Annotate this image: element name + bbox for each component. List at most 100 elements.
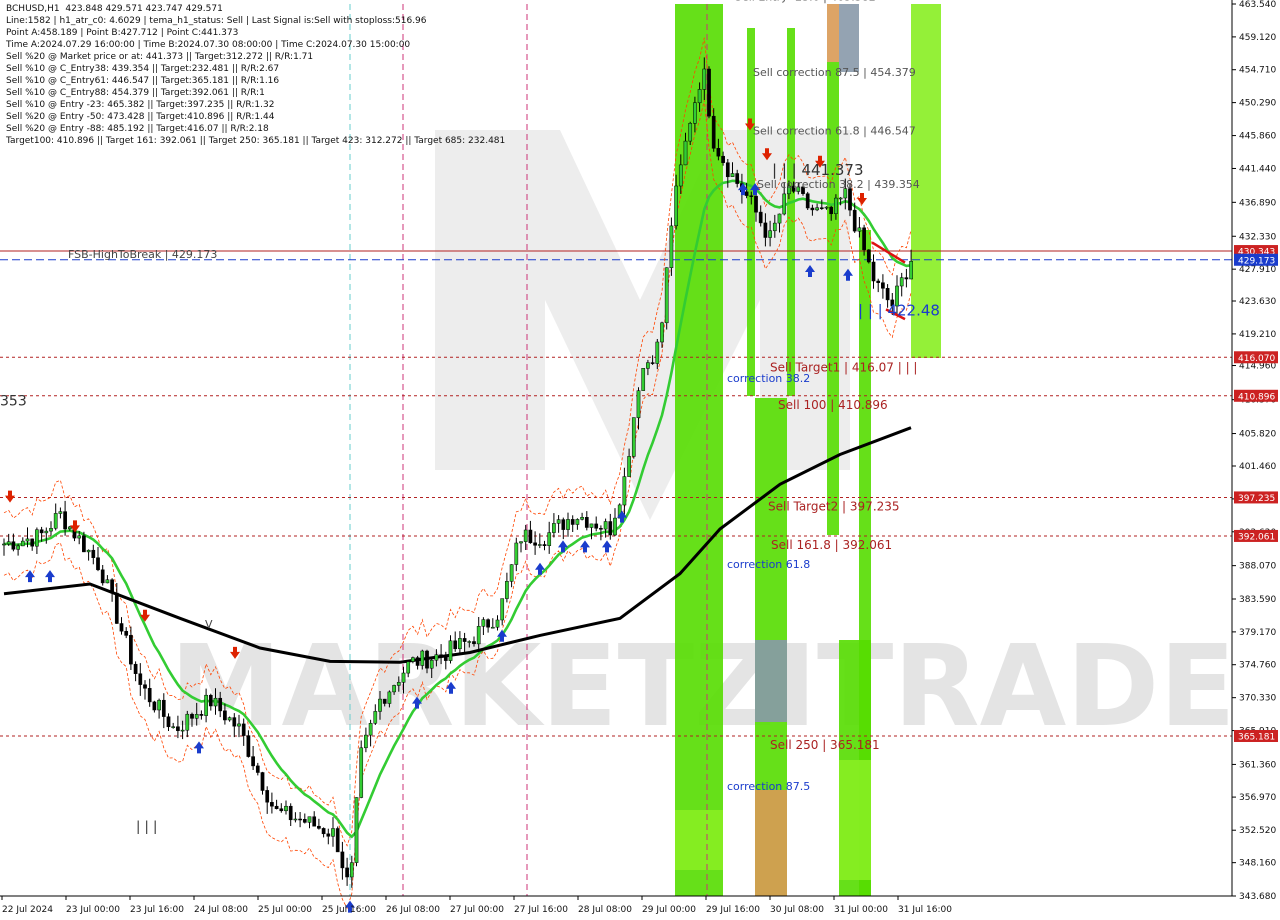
info-line: BCHUSD,H1 423.848 429.571 423.747 429.57… [6,4,223,14]
bull-candle [307,816,312,823]
bull-candle [768,230,772,238]
bear-candle [721,155,725,163]
bear-candle [152,701,157,711]
bull-candle [589,523,594,528]
signal-zone [747,28,755,396]
bear-candle [161,699,166,717]
bear-candle [279,808,284,812]
bull-candle [537,544,542,546]
label-sell-corr-382: Sell correction 38.2 | 439.354 [757,178,920,191]
time-tick-label: 28 Jul 08:00 [578,905,632,915]
price-tick-label: 388.070 [1239,562,1276,572]
bull-candle [636,390,641,418]
price-tick-label: 383.590 [1239,595,1276,605]
info-line: Sell %20 @ Entry -50: 473.428 || Target:… [6,112,275,122]
bull-candle [364,734,368,749]
bear-candle [805,193,810,209]
bull-candle [331,828,335,837]
bear-candle [599,528,603,530]
bear-candle [302,819,307,823]
price-tick-label: 436.890 [1239,198,1276,208]
info-line: Sell %10 @ Entry -23: 465.382 || Target:… [6,100,275,110]
bull-candle [157,699,161,711]
bear-candle [725,162,730,178]
bull-candle [495,619,500,628]
bear-candle [265,790,270,803]
signal-zone [827,4,839,62]
bull-candle [697,89,702,104]
price-tag-label: 365.181 [1238,732,1275,742]
bull-candle [354,797,359,863]
bear-candle [246,735,251,757]
bear-candle [594,523,599,529]
bear-candle [208,694,213,707]
bull-candle [194,714,199,719]
bear-candle [533,542,537,546]
time-tick-label: 23 Jul 16:00 [130,905,184,915]
bear-candle [190,713,194,719]
label-sell-corr-875: Sell correction 87.5 | 454.379 [753,66,916,79]
price-tick-label: 450.290 [1239,99,1276,109]
signal-zone [755,640,787,722]
bear-candle [439,654,443,657]
time-tick-label: 30 Jul 08:00 [770,905,824,915]
bear-candle [166,716,171,728]
bear-candle [453,640,458,650]
time-tick-label: 27 Jul 16:00 [514,905,568,915]
bull-candle [838,197,843,200]
bear-candle [218,697,223,712]
bull-candle [25,538,30,542]
bear-candle [270,802,274,807]
bull-candle [514,542,519,565]
bull-candle [53,513,58,529]
bear-candle [241,723,246,736]
bull-candle [566,519,570,530]
bull-candle [293,818,298,821]
bull-candle [429,659,434,669]
bear-candle [862,227,866,251]
bear-candle [100,569,105,584]
bull-candle [420,650,425,666]
bull-candle [476,626,481,645]
bear-candle [382,698,387,704]
bull-candle [693,102,697,124]
bear-candle [462,638,467,642]
bear-candle [114,592,119,624]
bear-candle [885,288,890,301]
price-tick-label: 379.170 [1239,628,1276,638]
bull-candle [373,711,378,724]
bear-candle [11,541,16,550]
bull-candle [777,213,782,224]
bear-candle [147,688,152,703]
bear-candle [312,816,317,827]
bear-candle [876,280,881,283]
label-point-c: | | | 441.373 [772,161,864,179]
info-line: Time A:2024.07.29 16:00:00 | Time B:2024… [6,40,411,50]
time-tick-label: 22 Jul 2024 [2,905,53,915]
time-tick-label: 31 Jul 16:00 [898,905,952,915]
time-tick-label: 26 Jul 08:00 [386,905,440,915]
price-tag-label: 397.235 [1238,494,1275,504]
bull-candle [782,193,787,215]
price-tick-label: 445.860 [1239,132,1276,142]
bear-candle [124,631,129,636]
bull-candle [519,541,523,544]
bear-candle [542,544,547,546]
bull-candle [834,197,838,214]
bear-candle [340,851,345,869]
signal-zone [755,790,787,896]
bull-candle [227,717,232,721]
bull-candle [58,511,63,514]
time-tick-label: 24 Jul 08:00 [194,905,248,915]
bear-candle [119,623,124,632]
label-corr-618: correction 61.8 [727,558,810,571]
bear-candle [317,825,321,829]
bear-candle [881,282,885,289]
bear-candle [288,805,293,821]
price-tick-label: 432.330 [1239,232,1276,242]
bull-candle [105,579,110,584]
bear-candle [63,511,67,530]
bull-candle [67,526,72,530]
bear-candle [321,828,326,835]
bull-candle [575,519,580,525]
